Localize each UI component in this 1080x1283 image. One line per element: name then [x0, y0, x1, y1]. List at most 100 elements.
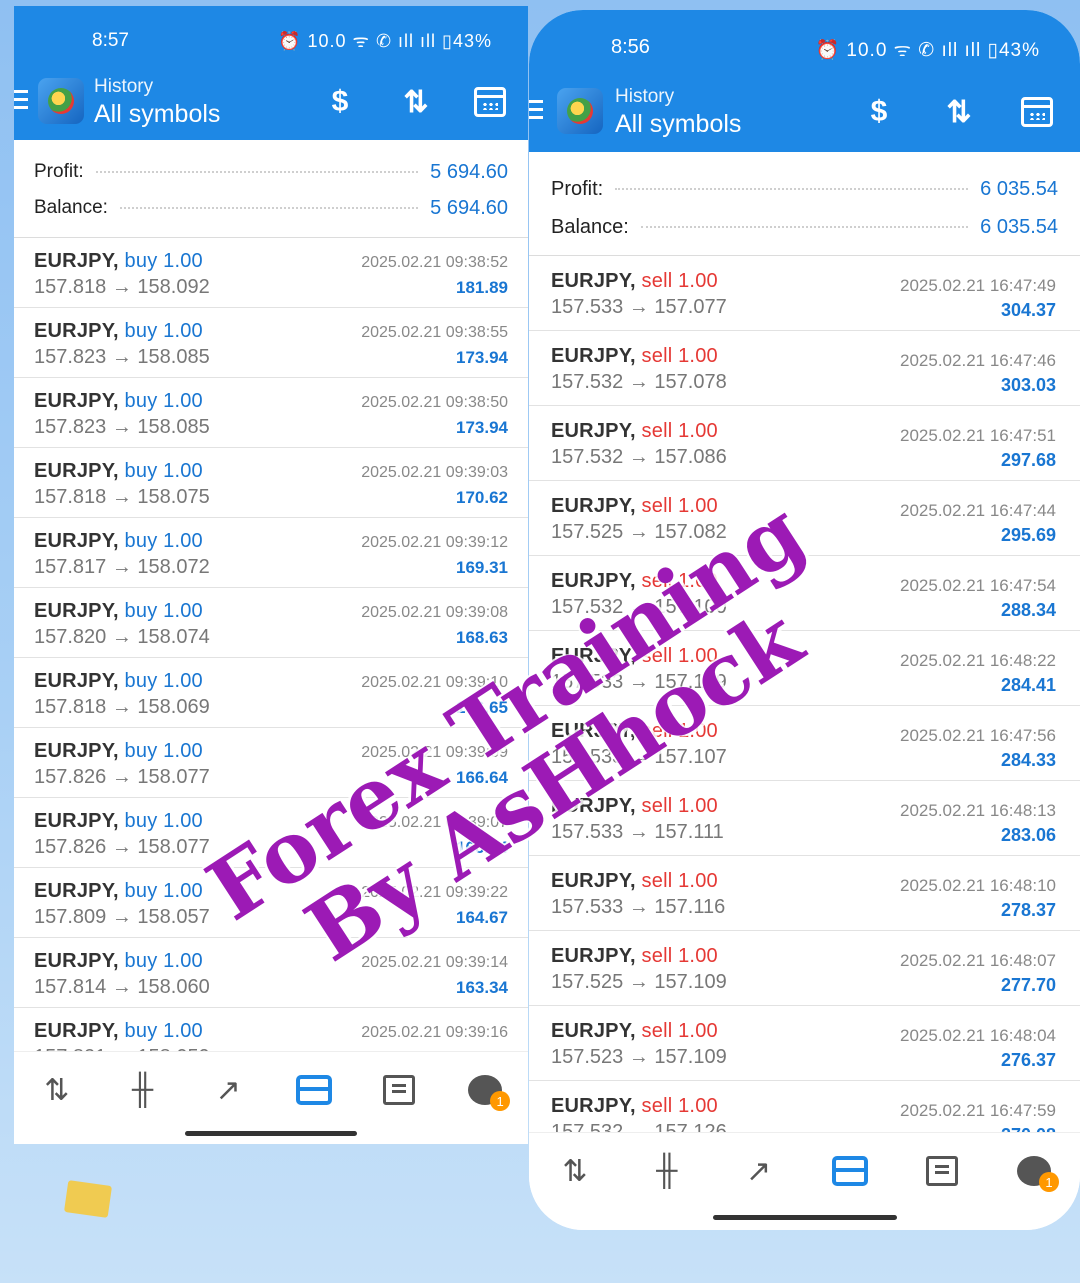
- symbol-filter[interactable]: All symbols: [615, 110, 741, 139]
- menu-icon[interactable]: [14, 90, 28, 114]
- news-icon[interactable]: [917, 1151, 967, 1191]
- deal-row[interactable]: EURJPY, buy 1.00 157.818 → 158.092 2025.02…: [14, 238, 528, 308]
- metatrader-logo-icon: [38, 78, 84, 124]
- symbol-name: EURJPY,: [551, 495, 636, 517]
- deal-side: buy 1.00: [124, 740, 203, 762]
- deal-row[interactable]: EURJPY, sell 1.00 157.533 → 157.111 2025.0…: [529, 781, 1080, 856]
- symbol-name: EURJPY,: [34, 1020, 119, 1042]
- deal-profit: 163.34: [456, 978, 508, 997]
- symbol-name: EURJPY,: [551, 870, 636, 892]
- deal-profit: 283.06: [1000, 825, 1056, 845]
- deal-prices: 157.826 → 158.077: [34, 766, 210, 788]
- quotes-icon[interactable]: ⇅: [32, 1070, 82, 1110]
- calendar-icon[interactable]: [1017, 92, 1057, 132]
- deal-prices: 157.533 → 157.109: [551, 671, 727, 693]
- deal-datetime: 2025.02.21 09:39:07: [361, 814, 508, 831]
- sort-icon[interactable]: ⇅: [939, 92, 979, 132]
- deal-row[interactable]: EURJPY, sell 1.00 157.525 → 157.109 2025.0…: [529, 931, 1080, 1006]
- deal-row[interactable]: EURJPY, buy 1.00 157.826 → 158.077 2025.02…: [14, 728, 528, 798]
- trade-icon[interactable]: ↗: [734, 1151, 784, 1191]
- symbol-name: EURJPY,: [34, 950, 119, 972]
- deal-datetime: 2025.02.21 16:48:22: [900, 651, 1056, 670]
- deal-row[interactable]: EURJPY, sell 1.00 157.533 → 157.116 2025.0…: [529, 856, 1080, 931]
- news-icon[interactable]: [374, 1070, 424, 1110]
- history-inbox-icon[interactable]: [289, 1070, 339, 1110]
- chart-candles-icon[interactable]: ╫: [117, 1070, 167, 1110]
- symbol-name: EURJPY,: [551, 420, 636, 442]
- quotes-icon[interactable]: ⇅: [550, 1151, 600, 1191]
- deal-profit: 168.63: [456, 628, 508, 647]
- deal-side: sell 1.00: [641, 1020, 718, 1042]
- deal-row[interactable]: EURJPY, buy 1.00 157.818 → 158.069 2025.02…: [14, 658, 528, 728]
- menu-icon[interactable]: [529, 100, 543, 124]
- page-subtitle: History: [615, 86, 675, 107]
- deal-datetime: 2025.02.21 09:38:55: [361, 324, 508, 341]
- sort-icon[interactable]: ⇅: [396, 82, 436, 122]
- bottom-navigation: ⇅ ╫ ↗ 1: [14, 1051, 528, 1144]
- deal-row[interactable]: EURJPY, sell 1.00 157.532 → 157.078 2025.0…: [529, 331, 1080, 406]
- calendar-icon[interactable]: [470, 82, 510, 122]
- balance-label: Balance:: [551, 215, 629, 238]
- deal-row[interactable]: EURJPY, sell 1.00 157.532 → 157.086 2025.0…: [529, 406, 1080, 481]
- deal-profit: 277.70: [1000, 975, 1056, 995]
- deal-profit: 173.94: [456, 418, 508, 437]
- deal-side: buy 1.00: [124, 320, 203, 342]
- deal-prices: 157.826 → 158.077: [34, 836, 210, 858]
- deal-row[interactable]: EURJPY, sell 1.00 157.532 → 157.100 2025.0…: [529, 556, 1080, 631]
- currency-deposit-icon[interactable]: $: [859, 92, 899, 132]
- trade-icon[interactable]: ↗: [203, 1070, 253, 1110]
- deal-prices: 157.818 → 158.075: [34, 486, 210, 508]
- symbol-name: EURJPY,: [34, 530, 119, 552]
- deal-prices: 157.823 → 158.085: [34, 346, 210, 368]
- status-bar: 8:56 ⏰ 10.0 ᯤ ✆ ıll ıll ▯43%: [529, 10, 1080, 78]
- chart-candles-icon[interactable]: ╫: [642, 1151, 692, 1191]
- symbol-name: EURJPY,: [34, 390, 119, 412]
- deal-side: sell 1.00: [641, 645, 718, 667]
- deal-datetime: 2025.02.21 16:47:51: [900, 426, 1056, 445]
- deal-side: sell 1.00: [641, 945, 718, 967]
- deal-row[interactable]: EURJPY, buy 1.00 157.818 → 158.075 2025.02…: [14, 448, 528, 518]
- left-phone-screen: 8:57 ⏰ 10.0 ᯤ ✆ ıll ıll ▯43% History All…: [14, 6, 528, 1144]
- deal-profit: 170.62: [456, 488, 508, 507]
- deal-prices: 157.533 → 157.116: [551, 896, 726, 918]
- deal-row[interactable]: EURJPY, sell 1.00 157.533 → 157.077 2025.0…: [529, 256, 1080, 331]
- deal-profit: 169.31: [456, 558, 508, 577]
- deal-prices: 157.809 → 158.057: [34, 906, 210, 928]
- deal-row[interactable]: EURJPY, buy 1.00 157.820 → 158.074 2025.02…: [14, 588, 528, 658]
- deal-datetime: 2025.02.21 16:47:44: [900, 501, 1056, 520]
- deal-prices: 157.533 → 157.107: [551, 746, 727, 768]
- messages-icon[interactable]: 1: [1009, 1151, 1060, 1192]
- sticky-note-decoration: [63, 1180, 113, 1218]
- symbol-name: EURJPY,: [34, 460, 119, 482]
- home-indicator[interactable]: [712, 1215, 897, 1220]
- deal-datetime: 2025.02.21 09:39:10: [361, 674, 508, 691]
- symbol-name: EURJPY,: [551, 795, 636, 817]
- deal-row[interactable]: EURJPY, buy 1.00 157.817 → 158.072 2025.02…: [14, 518, 528, 588]
- symbol-name: EURJPY,: [551, 720, 636, 742]
- history-inbox-icon[interactable]: [825, 1151, 875, 1191]
- deal-prices: 157.532 → 157.086: [551, 446, 727, 468]
- deal-datetime: 2025.02.21 16:47:59: [900, 1101, 1056, 1120]
- symbol-name: EURJPY,: [34, 250, 119, 272]
- app-bar: History All symbols $ ⇅: [529, 78, 1080, 152]
- home-indicator[interactable]: [185, 1131, 357, 1136]
- profit-value: 6 035.54: [980, 177, 1058, 200]
- status-icons: ⏰ 10.0 ᯤ ✆ ıll ıll ▯43%: [278, 31, 492, 51]
- deal-row[interactable]: EURJPY, sell 1.00 157.533 → 157.109 2025.0…: [529, 631, 1080, 706]
- page-subtitle: History: [94, 76, 154, 97]
- deal-profit: 166.65: [456, 698, 508, 717]
- deal-list: EURJPY, buy 1.00 157.818 → 158.092 2025.02…: [14, 238, 528, 1078]
- deal-row[interactable]: EURJPY, buy 1.00 157.823 → 158.085 2025.02…: [14, 378, 528, 448]
- deal-row[interactable]: EURJPY, buy 1.00 157.814 → 158.060 2025.02…: [14, 938, 528, 1008]
- symbol-name: EURJPY,: [34, 600, 119, 622]
- deal-row[interactable]: EURJPY, sell 1.00 157.525 → 157.082 2025.0…: [529, 481, 1080, 556]
- deal-row[interactable]: EURJPY, buy 1.00 157.809 → 158.057 2025.02…: [14, 868, 528, 938]
- symbol-filter[interactable]: All symbols: [94, 100, 220, 129]
- deal-row[interactable]: EURJPY, sell 1.00 157.533 → 157.107 2025.0…: [529, 706, 1080, 781]
- currency-deposit-icon[interactable]: $: [320, 82, 360, 122]
- deal-row[interactable]: EURJPY, sell 1.00 157.523 → 157.109 2025.0…: [529, 1006, 1080, 1081]
- deal-row[interactable]: EURJPY, buy 1.00 157.823 → 158.085 2025.02…: [14, 308, 528, 378]
- messages-icon[interactable]: 1: [460, 1070, 511, 1111]
- deal-row[interactable]: EURJPY, buy 1.00 157.826 → 158.077 2025.02…: [14, 798, 528, 868]
- deal-profit: 166.64: [456, 838, 508, 857]
